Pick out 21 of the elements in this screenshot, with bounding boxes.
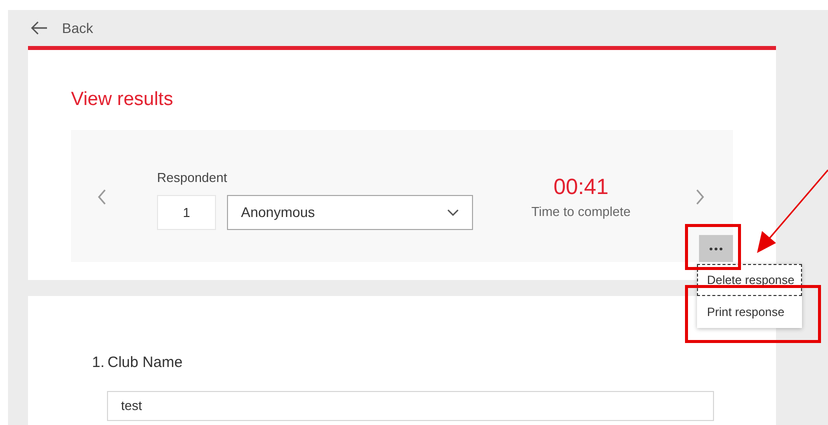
page-title: View results <box>71 88 174 112</box>
back-button[interactable]: Back <box>28 18 94 38</box>
chevron-right-icon <box>695 189 705 205</box>
answer-field[interactable]: test <box>107 390 714 420</box>
question-title: Club Name <box>108 353 183 373</box>
next-button[interactable] <box>695 189 705 205</box>
annotation-box <box>685 224 741 270</box>
more-icon <box>709 246 723 250</box>
previous-button[interactable] <box>97 189 107 205</box>
respondent-dropdown[interactable]: Anonymous <box>227 195 473 230</box>
respondent-label: Respondent <box>157 168 228 187</box>
completion-time-label: Time to complete <box>531 203 631 222</box>
chevron-down-icon <box>447 208 459 217</box>
menu-item[interactable]: Delete response <box>697 264 802 296</box>
respondent-number-field[interactable]: 1 <box>157 195 216 230</box>
more-options-button[interactable] <box>699 235 733 262</box>
completion-time: 00:41 <box>553 174 609 200</box>
back-arrow-icon <box>30 21 48 35</box>
menu-item[interactable]: Print response <box>697 296 802 328</box>
chevron-left-icon <box>97 189 107 205</box>
question-number: 1. <box>92 353 105 373</box>
